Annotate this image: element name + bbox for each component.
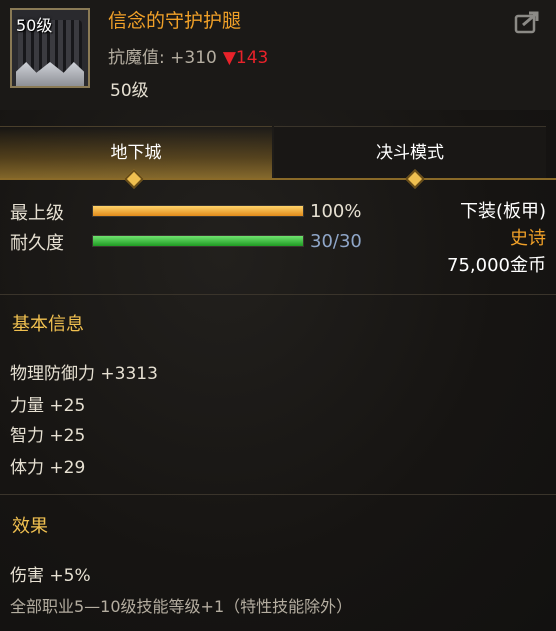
attr-strength: 力量 +25	[10, 396, 86, 416]
divider	[0, 494, 556, 495]
tab-underline	[0, 178, 556, 180]
durability-value: 30/30	[310, 231, 362, 252]
share-arrow-icon[interactable]	[514, 10, 542, 34]
effects-title: 效果	[12, 516, 48, 537]
item-header: 50级 信念的守护护腿 抗魔值: +310 ▼143 50级	[0, 0, 556, 110]
attr-physical-defense: 物理防御力 +3313	[10, 364, 158, 384]
basic-info-title: 基本信息	[12, 314, 84, 335]
attr-intelligence: 智力 +25	[10, 426, 86, 446]
item-name: 信念的守护护腿	[108, 10, 242, 32]
item-level: 50级	[110, 81, 149, 101]
rarity-label: 史诗	[510, 228, 546, 249]
price-label: 75,000金币	[447, 255, 546, 276]
divider	[0, 294, 556, 295]
effect-skill-level: 全部职业5—10级技能等级+1（特性技能除外）	[10, 597, 353, 616]
durability-bar	[92, 235, 304, 247]
tab-pvp[interactable]: 决斗模式	[274, 126, 546, 179]
mode-tabs: 地下城 决斗模式	[0, 126, 556, 189]
magic-resist-label: 抗魔值: +310	[108, 48, 217, 68]
attr-vitality: 体力 +29	[10, 458, 86, 478]
max-grade-bar	[92, 205, 304, 217]
durability-bar-fill	[93, 236, 303, 246]
icon-level-label: 50级	[16, 16, 53, 35]
greaves-icon: 50级	[10, 8, 90, 88]
equip-slot: 下装(板甲)	[459, 201, 546, 222]
magic-resist-row: 抗魔值: +310 ▼143	[108, 43, 268, 68]
durability-label: 耐久度	[10, 233, 64, 254]
magic-resist-down: ▼143	[222, 48, 269, 68]
effect-damage: 伤害 +5%	[10, 566, 91, 586]
max-grade-value: 100%	[310, 201, 362, 222]
max-grade-bar-fill	[93, 206, 303, 216]
item-tooltip-panel: 50级 信念的守护护腿 抗魔值: +310 ▼143 50级 地下城 决斗模式 最…	[0, 0, 556, 631]
max-grade-label: 最上级	[10, 203, 64, 224]
